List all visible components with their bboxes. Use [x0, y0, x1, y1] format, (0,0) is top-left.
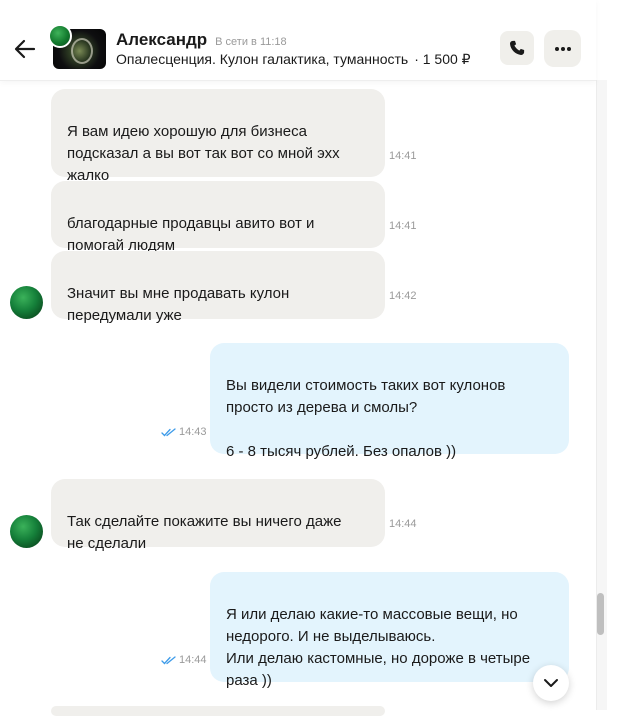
online-status: В сети в 11:18 — [215, 36, 287, 48]
listing-thumbnail[interactable] — [48, 24, 108, 70]
listing-title[interactable]: Опалесценция. Кулон галактика, туманност… — [116, 51, 408, 67]
back-button[interactable] — [10, 34, 40, 64]
message-time: 14:43 — [161, 426, 207, 438]
message-text: Вы видели стоимость таких вот кулонов пр… — [226, 377, 506, 460]
chevron-down-icon — [544, 679, 558, 687]
message-time: 14:41 — [389, 220, 417, 232]
arrow-left-icon — [14, 39, 36, 59]
more-horizontal-icon — [554, 46, 571, 51]
incoming-message[interactable] — [51, 706, 385, 716]
seller-avatar — [48, 24, 72, 48]
message-time: 14:41 — [389, 150, 417, 162]
outgoing-message[interactable]: Я или делаю какие-то массовые вещи, но н… — [210, 572, 569, 689]
double-check-icon — [161, 427, 176, 436]
message-time-text: 14:44 — [179, 654, 207, 666]
incoming-message[interactable]: Значит вы мне продавать кулон передумали… — [51, 251, 385, 324]
scroll-to-bottom-button[interactable] — [533, 665, 569, 701]
message-time: 14:44 — [161, 654, 207, 666]
listing-info[interactable]: Опалесценция. Кулон галактика, туманност… — [116, 51, 471, 68]
listing-price: · 1 500 ₽ — [414, 51, 471, 67]
message-text: Так сделайте покажите вы ничего даже не … — [67, 513, 342, 552]
double-check-icon — [161, 655, 176, 664]
contact-info: Александр В сети в 11:18 — [116, 30, 287, 50]
more-button[interactable] — [544, 30, 581, 67]
message-time: 14:44 — [389, 518, 417, 530]
incoming-message[interactable]: Я вам идею хорошую для бизнеса подсказал… — [51, 89, 385, 184]
call-button[interactable] — [500, 31, 534, 65]
incoming-message[interactable]: благодарные продавцы авито вот и помогай… — [51, 181, 385, 254]
message-time-text: 14:43 — [179, 426, 207, 438]
outgoing-message[interactable]: Вы видели стоимость таких вот кулонов пр… — [210, 343, 569, 460]
message-text: благодарные продавцы авито вот и помогай… — [67, 215, 315, 254]
sender-avatar[interactable] — [10, 286, 43, 319]
sender-avatar[interactable] — [10, 515, 43, 548]
contact-name[interactable]: Александр — [116, 30, 207, 50]
chat-header: Александр В сети в 11:18 Опалесценция. К… — [0, 0, 596, 81]
incoming-message[interactable]: Так сделайте покажите вы ничего даже не … — [51, 479, 385, 552]
message-text: Я или делаю какие-то массовые вещи, но н… — [226, 606, 531, 689]
message-time: 14:42 — [389, 290, 417, 302]
phone-icon — [510, 40, 525, 55]
message-text: Я вам идею хорошую для бизнеса подсказал… — [67, 123, 340, 184]
scrollbar-thumb[interactable] — [597, 593, 604, 635]
message-text: Значит вы мне продавать кулон передумали… — [67, 285, 290, 324]
